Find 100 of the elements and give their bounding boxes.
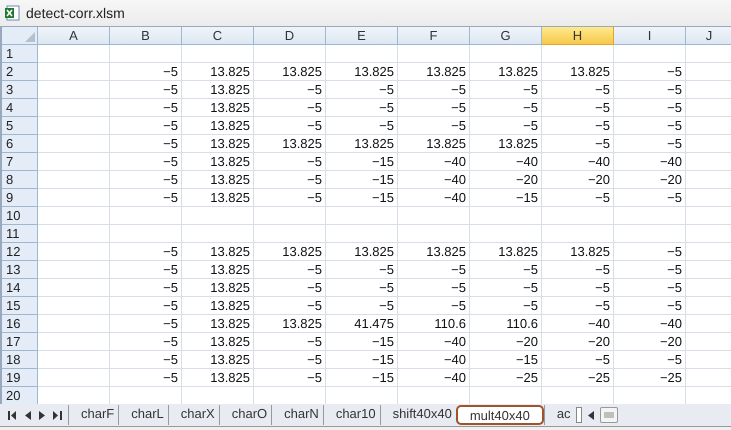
column-header[interactable]: J [686,27,731,45]
table-cell-text: −20 [658,171,683,189]
row-header[interactable]: 2 [2,63,38,81]
table-cell-text: −40 [442,153,467,171]
table-cell-text: −5 [666,279,683,297]
table-cell-text: −5 [306,117,323,135]
column-header[interactable]: G [470,27,542,45]
table-cell-text: 13.825 [209,81,251,99]
table-cell-text: 13.825 [209,63,251,81]
table-cell-text: −40 [586,315,611,333]
table-cell-text: 13.825 [497,63,539,81]
next-sheet-icon[interactable] [39,410,45,420]
table-cell-text: −5 [306,153,323,171]
table-cell-text: −5 [162,243,179,261]
table-cell-text: −5 [594,135,611,153]
table-cell-text: −5 [162,171,179,189]
table-cell-text: 13.825 [353,63,395,81]
table-cell-text: −5 [378,279,395,297]
table-cell-text: −5 [594,99,611,117]
first-sheet-icon[interactable] [8,410,17,420]
column-header[interactable]: I [614,27,686,45]
table-cell-text: −5 [594,81,611,99]
column-header[interactable]: H [542,27,614,45]
table-cell-text: −5 [162,261,179,279]
column-header[interactable]: C [182,27,254,45]
table-cell-text: 13.825 [209,153,251,171]
table-cell-text: −5 [450,279,467,297]
row-header[interactable]: 18 [2,351,38,369]
row-header[interactable]: 5 [2,117,38,135]
row-header[interactable]: 16 [2,315,38,333]
table-cell-text: −5 [666,99,683,117]
table-cell-text: −5 [162,297,179,315]
column-header[interactable]: F [398,27,470,45]
table-cell-text: −5 [306,279,323,297]
row-header[interactable]: 6 [2,135,38,153]
row-header[interactable]: 13 [2,261,38,279]
column-header[interactable]: E [326,27,398,45]
row-header[interactable]: 9 [2,189,38,207]
table-cell-text: −5 [306,333,323,351]
row-header[interactable]: 19 [2,369,38,387]
table-cell-text: −40 [658,153,683,171]
table-cell-text: −5 [522,261,539,279]
table-cell-text: −5 [306,351,323,369]
table-cell-text: −15 [514,189,539,207]
row-header[interactable]: 7 [2,153,38,171]
scrollbar-thumb[interactable] [600,407,618,423]
last-sheet-icon[interactable] [53,410,62,420]
row-header[interactable]: 4 [2,99,38,117]
table-cell-text: 13.825 [209,135,251,153]
table-cell-text: −5 [378,261,395,279]
table-cell-text: −40 [514,153,539,171]
row-header[interactable]: 10 [2,207,38,225]
column-header[interactable]: D [254,27,326,45]
table-cell-text: −5 [162,63,179,81]
table-cell-text: −5 [162,333,179,351]
table-cell-text: −40 [442,171,467,189]
spreadsheet-icon [4,5,20,21]
table-cell-text: −5 [378,297,395,315]
table-cell-text: −20 [514,333,539,351]
table-cell-text: −5 [594,297,611,315]
table-cell-text: 13.825 [209,189,251,207]
table-cell-text: −5 [450,81,467,99]
row-header[interactable]: 17 [2,333,38,351]
table-cell-text: −5 [306,369,323,387]
table-cell-text: −15 [370,333,395,351]
table-cell-text: 13.825 [209,243,251,261]
row-header[interactable]: 12 [2,243,38,261]
table-cell-text: 13.825 [569,63,611,81]
table-cell-text: 13.825 [281,135,323,153]
table-cell-text: 13.825 [209,315,251,333]
table-cell-text: −5 [450,117,467,135]
row-header[interactable]: 8 [2,171,38,189]
scroll-left-icon[interactable] [588,410,594,420]
table-cell-text: 13.825 [209,369,251,387]
sheet-tab[interactable]: mult40x40 [456,405,544,425]
row-header[interactable]: 3 [2,81,38,99]
table-cell-text: −5 [594,117,611,135]
row-header[interactable]: 20 [2,387,38,404]
table-cell-text: −5 [162,99,179,117]
table-cell-text: −5 [666,189,683,207]
tab-splitter[interactable] [576,407,582,423]
row-header[interactable]: 11 [2,225,38,243]
row-header[interactable]: 15 [2,297,38,315]
table-cell-text: −5 [306,81,323,99]
table-cell-text: −5 [666,351,683,369]
table-cell-text: −5 [306,99,323,117]
table-cell-text: 13.825 [209,171,251,189]
table-cell-text: −20 [586,333,611,351]
column-header[interactable]: B [110,27,182,45]
table-cell-text: −15 [370,369,395,387]
table-cell-text: −25 [514,369,539,387]
column-header[interactable]: A [38,27,110,45]
previous-sheet-icon[interactable] [25,410,31,420]
table-cell-text: −15 [370,351,395,369]
row-header[interactable]: 1 [2,45,38,63]
row-header[interactable]: 14 [2,279,38,297]
table-cell-text: −15 [370,189,395,207]
table-cell-text: 110.6 [505,315,539,333]
table-cell-text: −40 [658,315,683,333]
table-cell-text: 13.825 [569,243,611,261]
